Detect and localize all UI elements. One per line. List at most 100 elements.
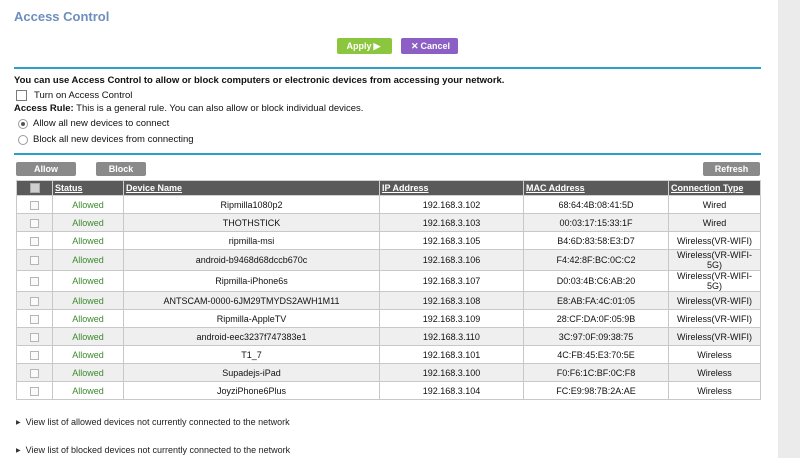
row-connection-type: Wireless — [668, 363, 761, 382]
blocked-not-connected-link[interactable]: ▶ View list of blocked devices not curre… — [16, 445, 290, 455]
table-row[interactable]: Allowed Ripmilla-AppleTV 192.168.3.109 28:C… — [16, 309, 761, 328]
table-row[interactable]: Allowed THOTHSTICK 192.168.3.103 00:03:17:1… — [16, 213, 761, 232]
row-select-cell[interactable] — [16, 213, 53, 232]
header-connection-type[interactable]: Connection Type — [668, 180, 761, 196]
row-select-cell[interactable] — [16, 363, 53, 382]
row-ip-address: 192.168.3.107 — [379, 270, 524, 292]
row-checkbox[interactable] — [30, 200, 39, 210]
row-ip-address: 192.168.3.100 — [379, 363, 524, 382]
row-checkbox[interactable] — [30, 256, 39, 266]
row-mac-address: B4:6D:83:58:E3:D7 — [523, 231, 669, 250]
access-rule-label: Access Rule: — [14, 103, 74, 114]
table-row[interactable]: Allowed Supadejs-iPad 192.168.3.100 F0:F6:1… — [16, 363, 761, 382]
access-rule-text: Access Rule: This is a general rule. You… — [14, 103, 363, 114]
access-control-panel: Access Control Apply ▶ ✕ Cancel You can … — [0, 0, 778, 458]
block-button[interactable]: Block — [96, 162, 146, 176]
row-device-name: Ripmilla-AppleTV — [123, 309, 380, 328]
radio-block-button[interactable] — [18, 134, 28, 145]
row-mac-address: FC:E9:98:7B:2A:AE — [523, 381, 669, 400]
radio-block-all-new[interactable]: Block all new devices from connecting — [18, 134, 194, 145]
table-header-row: Status Device Name IP Address MAC Addres… — [16, 180, 761, 196]
row-connection-type: Wireless(VR-WIFI) — [668, 291, 761, 310]
row-device-name: ripmilla-msi — [123, 231, 380, 250]
row-ip-address: 192.168.3.105 — [379, 231, 524, 250]
turn-on-access-control[interactable]: Turn on Access Control — [16, 90, 132, 101]
row-ip-address: 192.168.3.110 — [379, 327, 524, 346]
row-status: Allowed — [52, 363, 124, 382]
turn-on-label: Turn on Access Control — [34, 90, 133, 101]
row-select-cell[interactable] — [16, 195, 53, 214]
row-checkbox[interactable] — [30, 296, 39, 306]
table-row[interactable]: Allowed ANTSCAM-0000-6JM29TMYDS2AWH1M11 19… — [16, 291, 761, 310]
page-title: Access Control — [14, 9, 110, 24]
table-row[interactable]: Allowed android-eec3237f747383e1 192.168.3… — [16, 327, 761, 346]
row-select-cell[interactable] — [16, 345, 53, 364]
header-status[interactable]: Status — [52, 180, 124, 196]
row-mac-address: D0:03:4B:C6:AB:20 — [523, 270, 669, 292]
row-connection-type: Wireless(VR-WIFI) — [668, 327, 761, 346]
row-status: Allowed — [52, 309, 124, 328]
row-status: Allowed — [52, 327, 124, 346]
row-select-cell[interactable] — [16, 309, 53, 328]
row-device-name: Ripmilla1080p2 — [123, 195, 380, 214]
row-mac-address: 68:64:4B:08:41:5D — [523, 195, 669, 214]
row-status: Allowed — [52, 270, 124, 292]
allowed-not-connected-label: View list of allowed devices not current… — [25, 417, 290, 427]
row-select-cell[interactable] — [16, 231, 53, 250]
expand-triangle-icon: ▶ — [16, 419, 21, 426]
row-connection-type: Wired — [668, 213, 761, 232]
row-select-cell[interactable] — [16, 270, 53, 292]
row-checkbox[interactable] — [30, 236, 39, 246]
radio-allow-button[interactable] — [18, 118, 28, 129]
row-mac-address: F0:F6:1C:BF:0C:F8 — [523, 363, 669, 382]
row-connection-type: Wireless(VR-WIFI) — [668, 309, 761, 328]
header-ip-address[interactable]: IP Address — [379, 180, 524, 196]
header-device-name[interactable]: Device Name — [123, 180, 380, 196]
row-checkbox[interactable] — [30, 218, 39, 228]
select-all-checkbox[interactable] — [29, 183, 40, 194]
row-checkbox[interactable] — [30, 368, 39, 378]
row-select-cell[interactable] — [16, 327, 53, 346]
row-checkbox[interactable] — [30, 277, 39, 287]
access-rule-description: This is a general rule. You can also all… — [76, 103, 364, 114]
blocked-not-connected-label: View list of blocked devices not current… — [25, 445, 291, 455]
turn-on-checkbox[interactable] — [16, 90, 27, 101]
row-ip-address: 192.168.3.109 — [379, 309, 524, 328]
row-connection-type: Wireless(VR-WIFI) — [668, 231, 761, 250]
header-select-all[interactable] — [16, 180, 53, 196]
row-device-name: T1_7 — [123, 345, 380, 364]
row-ip-address: 192.168.3.106 — [379, 249, 524, 271]
intro-text: You can use Access Control to allow or b… — [14, 75, 505, 86]
cancel-button[interactable]: ✕ Cancel — [401, 38, 458, 54]
radio-allow-all-new[interactable]: Allow all new devices to connect — [18, 118, 169, 129]
radio-block-label: Block all new devices from connecting — [33, 134, 194, 145]
row-device-name: android-eec3237f747383e1 — [123, 327, 380, 346]
table-row[interactable]: Allowed ripmilla-msi 192.168.3.105 B4:6D:83… — [16, 231, 761, 250]
row-select-cell[interactable] — [16, 249, 53, 271]
row-checkbox[interactable] — [30, 314, 39, 324]
row-device-name: ANTSCAM-0000-6JM29TMYDS2AWH1M11 — [123, 291, 380, 310]
table-row[interactable]: Allowed android-b9468d68dccb670c 192.168.3… — [16, 249, 761, 271]
row-device-name: JoyziPhone6Plus — [123, 381, 380, 400]
row-status: Allowed — [52, 213, 124, 232]
row-checkbox[interactable] — [30, 332, 39, 342]
row-ip-address: 192.168.3.103 — [379, 213, 524, 232]
allow-button[interactable]: Allow — [16, 162, 76, 176]
apply-button[interactable]: Apply ▶ — [337, 38, 392, 54]
table-row[interactable]: Allowed Ripmilla1080p2 192.168.3.102 68:64:… — [16, 195, 761, 214]
allowed-not-connected-link[interactable]: ▶ View list of allowed devices not curre… — [16, 417, 290, 427]
row-status: Allowed — [52, 345, 124, 364]
refresh-button[interactable]: Refresh — [703, 162, 760, 176]
row-checkbox[interactable] — [30, 350, 39, 360]
row-select-cell[interactable] — [16, 291, 53, 310]
row-select-cell[interactable] — [16, 381, 53, 400]
row-device-name: android-b9468d68dccb670c — [123, 249, 380, 271]
row-connection-type: Wireless(VR-WIFI-5G) — [668, 270, 761, 292]
row-mac-address: 4C:FB:45:E3:70:5E — [523, 345, 669, 364]
table-row[interactable]: Allowed Ripmilla-iPhone6s 192.168.3.107 D0:… — [16, 270, 761, 292]
header-mac-address[interactable]: MAC Address — [523, 180, 669, 196]
table-row[interactable]: Allowed T1_7 192.168.3.101 4C:FB:45:E3:70:5… — [16, 345, 761, 364]
row-device-name: Supadejs-iPad — [123, 363, 380, 382]
row-checkbox[interactable] — [30, 386, 39, 396]
table-row[interactable]: Allowed JoyziPhone6Plus 192.168.3.104 FC:E9… — [16, 381, 761, 400]
